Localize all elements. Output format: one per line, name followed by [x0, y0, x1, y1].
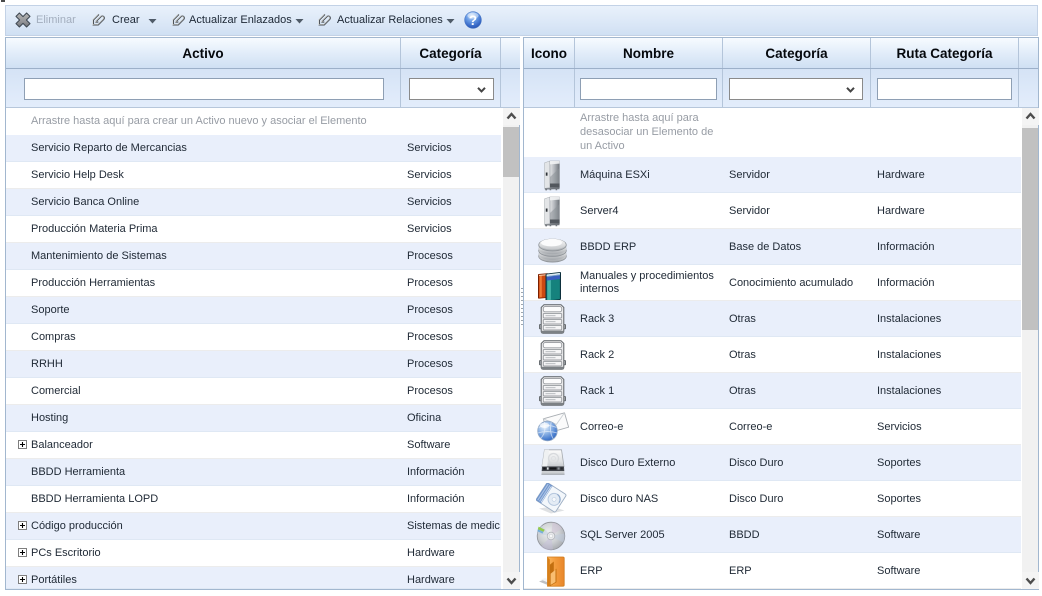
svg-text:?: ?	[469, 13, 477, 28]
